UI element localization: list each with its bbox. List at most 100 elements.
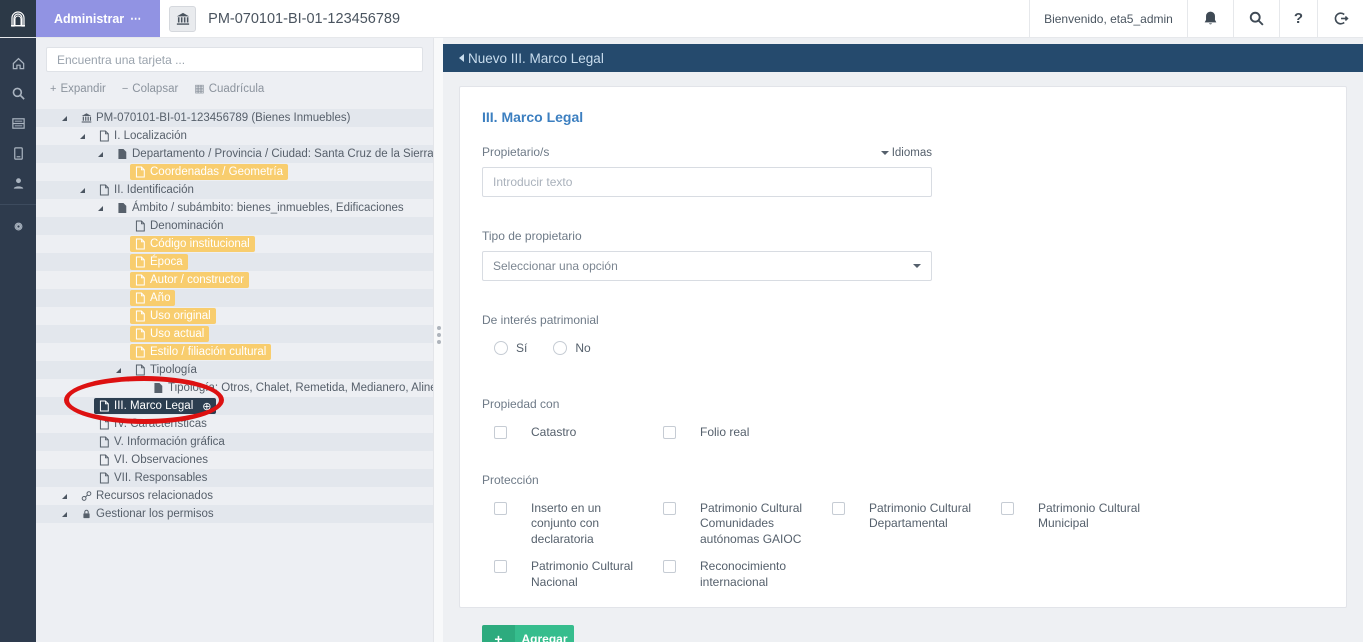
tree-caret[interactable] — [62, 116, 76, 121]
record-type-button[interactable] — [169, 6, 196, 32]
file-icon — [135, 364, 146, 376]
search-icon[interactable] — [0, 78, 36, 108]
tree-caret[interactable] — [62, 512, 76, 517]
file-icon — [99, 436, 110, 448]
tree-item[interactable]: III. Marco Legal⊕ — [36, 397, 433, 415]
tree-item[interactable]: V. Información gráfica — [36, 433, 433, 451]
radio-icon — [553, 341, 567, 355]
panel-splitter[interactable] — [433, 38, 443, 642]
tree-item[interactable]: Tipología — [36, 361, 433, 379]
file-icon — [135, 328, 146, 340]
tree-node-chip: IV. Características — [94, 416, 212, 432]
tree-item[interactable]: Coordenadas / Geometría — [36, 163, 433, 181]
form-header-bar[interactable]: Nuevo III. Marco Legal — [443, 44, 1363, 72]
user-icon[interactable] — [0, 168, 36, 198]
administrar-menu-button[interactable]: Administrar ⋯ — [36, 0, 160, 37]
tree-item[interactable]: Época — [36, 253, 433, 271]
protection-option[interactable]: Inserto en un conjunto con declaratoria — [494, 501, 663, 548]
book-icon[interactable] — [0, 138, 36, 168]
tree-node-chip: Coordenadas / Geometría — [130, 164, 288, 180]
property-check-group: Catastro Folio real — [482, 425, 1324, 441]
tree-item[interactable]: VII. Responsables — [36, 469, 433, 487]
tree-item[interactable]: Tipología: Otros, Chalet, Remetida, Medi… — [36, 379, 433, 397]
tree-caret[interactable] — [98, 206, 112, 211]
checkbox-icon[interactable] — [494, 502, 507, 515]
tree-item[interactable]: Gestionar los permisos — [36, 505, 433, 523]
tree-search-input[interactable] — [46, 47, 423, 72]
tree-item[interactable]: Autor / constructor — [36, 271, 433, 289]
gear-icon[interactable] — [0, 211, 36, 241]
tree-item[interactable]: Denominación — [36, 217, 433, 235]
checkbox-icon[interactable] — [663, 426, 676, 439]
property-option[interactable]: Folio real — [663, 425, 832, 441]
tree-node-chip: Tipología — [130, 362, 202, 378]
topbar: Administrar ⋯ PM-070101-BI-01-123456789 … — [0, 0, 1363, 38]
tree-item[interactable]: IV. Características — [36, 415, 433, 433]
plus-circle-icon[interactable]: ⊕ — [202, 400, 211, 413]
owner-type-select[interactable]: Seleccionar una opción — [482, 251, 932, 281]
collapse-button[interactable]: − Colapsar — [122, 82, 178, 95]
tree-item[interactable]: Uso original — [36, 307, 433, 325]
tree-item-label: Código institucional — [150, 238, 250, 250]
grid-label: Cuadrícula — [209, 83, 265, 95]
tree-item[interactable]: I. Localización — [36, 127, 433, 145]
tree-item[interactable]: Ámbito / subámbito: bienes_inmuebles, Ed… — [36, 199, 433, 217]
protection-option[interactable]: Patrimonio Cultural Nacional — [494, 559, 663, 590]
radio-no[interactable]: No — [553, 341, 590, 355]
tree-caret[interactable] — [62, 494, 76, 499]
tree-item[interactable]: VI. Observaciones — [36, 451, 433, 469]
tree-item[interactable]: PM-070101-BI-01-123456789 (Bienes Inmueb… — [36, 109, 433, 127]
tree-item[interactable]: Código institucional — [36, 235, 433, 253]
checkbox-icon[interactable] — [494, 560, 507, 573]
help-button[interactable]: ? — [1279, 0, 1317, 37]
tree-item[interactable]: Uso actual — [36, 325, 433, 343]
tree-item[interactable]: II. Identificación — [36, 181, 433, 199]
checkbox-icon[interactable] — [832, 502, 845, 515]
tree-caret[interactable] — [80, 134, 94, 139]
tree-caret[interactable] — [116, 368, 130, 373]
checkbox-icon[interactable] — [494, 426, 507, 439]
property-option-label: Catastro — [531, 425, 576, 441]
property-label: Propiedad con — [482, 397, 1324, 411]
languages-dropdown[interactable]: Idiomas — [881, 147, 932, 159]
file-icon — [99, 400, 110, 412]
tree-item-label: Tipología: Otros, Chalet, Remetida, Medi… — [168, 382, 433, 394]
grid-view-button[interactable]: ▦ Cuadrícula — [194, 82, 264, 95]
expand-button[interactable]: + Expandir — [50, 82, 106, 95]
protection-option[interactable]: Patrimonio Cultural Departamental — [832, 501, 1001, 548]
file-icon — [135, 238, 146, 250]
tree-caret[interactable] — [98, 152, 112, 157]
checkbox-icon[interactable] — [663, 502, 676, 515]
logout-button[interactable] — [1317, 0, 1363, 37]
tree-item-label: Ámbito / subámbito: bienes_inmuebles, Ed… — [132, 202, 404, 214]
checkbox-icon[interactable] — [663, 560, 676, 573]
global-search-button[interactable] — [1233, 0, 1279, 37]
tree-node-chip: PM-070101-BI-01-123456789 (Bienes Inmueb… — [76, 110, 355, 126]
file-icon — [99, 184, 110, 196]
protection-option[interactable]: Reconocimiento internacional — [663, 559, 832, 590]
protection-option-label: Patrimonio Cultural Comunidades autónoma… — [700, 501, 818, 548]
tree-item[interactable]: Año — [36, 289, 433, 307]
app-logo[interactable] — [0, 0, 36, 37]
tree-node-chip: Tipología: Otros, Chalet, Remetida, Medi… — [148, 380, 433, 396]
tree-caret[interactable] — [80, 188, 94, 193]
notifications-button[interactable] — [1187, 0, 1233, 37]
tree-item[interactable]: Estilo / filiación cultural — [36, 343, 433, 361]
property-option[interactable]: Catastro — [494, 425, 663, 441]
tree-node-chip: Recursos relacionados — [76, 488, 218, 504]
protection-option[interactable]: Patrimonio Cultural Municipal — [1001, 501, 1170, 548]
file-icon — [135, 274, 146, 286]
owner-input[interactable] — [482, 167, 932, 197]
add-button[interactable]: + Agregar — [482, 625, 574, 642]
protection-option[interactable]: Patrimonio Cultural Comunidades autónoma… — [663, 501, 832, 548]
chevron-down-icon — [913, 264, 921, 268]
tree-item-label: Estilo / filiación cultural — [150, 346, 266, 358]
tree-item-label: Departamento / Provincia / Ciudad: Santa… — [132, 148, 433, 160]
cards-icon[interactable] — [0, 108, 36, 138]
tree-item[interactable]: Departamento / Provincia / Ciudad: Santa… — [36, 145, 433, 163]
owner-type-value: Seleccionar una opción — [493, 259, 618, 273]
checkbox-icon[interactable] — [1001, 502, 1014, 515]
radio-yes[interactable]: Sí — [494, 341, 527, 355]
home-icon[interactable] — [0, 48, 36, 78]
tree-item[interactable]: Recursos relacionados — [36, 487, 433, 505]
